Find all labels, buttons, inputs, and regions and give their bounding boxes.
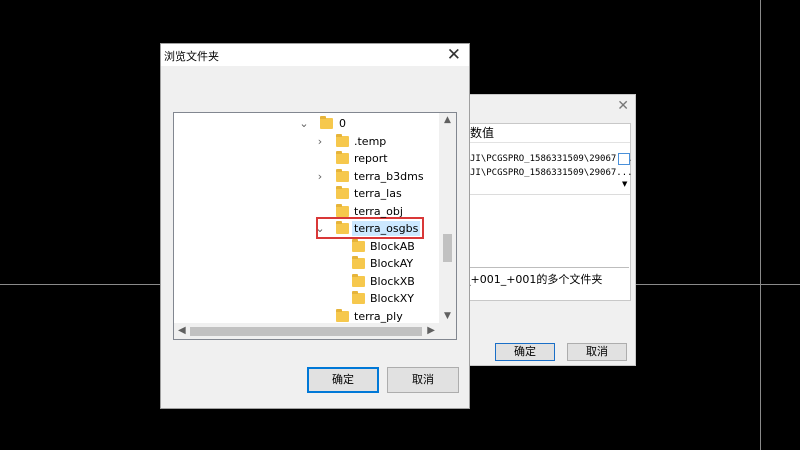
dropdown-arrow-icon[interactable]: ▼ (622, 180, 627, 188)
scroll-thumb[interactable] (443, 234, 452, 262)
tree-item-label: BlockXB (370, 274, 415, 288)
ok-button[interactable]: 确定 (495, 343, 555, 361)
background-dialog: ✕ 数值 JI\PCGSPRO_1586331509\29067... JI\P… (452, 94, 636, 366)
tree-item-label: 0 (339, 117, 346, 130)
folder-icon (336, 133, 349, 147)
tree-item[interactable]: › terra_b3dms (174, 168, 439, 185)
folder-icon (336, 203, 349, 217)
tree-item[interactable]: report (174, 150, 439, 167)
folder-icon (352, 291, 365, 304)
cancel-button[interactable]: 取消 (387, 367, 459, 393)
chevron-down-icon[interactable]: ⌄ (314, 220, 326, 237)
tree-item-label: BlockAY (370, 257, 414, 270)
tree-item[interactable]: terra_las (174, 185, 439, 202)
vertical-scrollbar[interactable]: ▲ ▼ (439, 113, 456, 323)
close-icon[interactable]: ✕ (447, 44, 461, 66)
tree-item-label: BlockAB (370, 239, 415, 253)
folder-icon (320, 116, 333, 129)
tree-item[interactable]: terra_obj (174, 203, 439, 220)
tree-item-label: terra_osgbs (354, 222, 419, 235)
folder-icon (352, 273, 365, 287)
folder-icon (336, 308, 349, 322)
cancel-button[interactable]: 取消 (567, 343, 627, 361)
tree-item-label: report (354, 152, 388, 165)
tree-item[interactable]: terra_ply (174, 308, 439, 325)
tree-item[interactable]: BlockAB (174, 238, 439, 255)
dialog-title: 浏览文件夹 (164, 50, 219, 63)
browse-folder-dialog: 浏览文件夹 ✕ terra_ply BlockXY BlockXB BlockAY Bl… (160, 43, 470, 409)
tree-item-label: terra_las (354, 187, 402, 200)
chevron-right-icon[interactable]: › (314, 168, 326, 185)
scroll-corner (439, 323, 456, 339)
tree-item-label: terra_obj (354, 204, 403, 218)
tree-item[interactable]: › .temp (174, 133, 439, 150)
browse-checkbox[interactable] (618, 153, 630, 165)
title-bar: 浏览文件夹 ✕ (161, 44, 469, 66)
scroll-right-icon[interactable]: ▶ (427, 325, 435, 336)
folder-icon (336, 186, 349, 199)
scroll-left-icon[interactable]: ◀ (178, 325, 186, 336)
column-header: 数值 (466, 124, 630, 143)
chevron-right-icon[interactable]: › (314, 133, 326, 150)
divider (466, 194, 630, 195)
scroll-down-icon[interactable]: ▼ (439, 311, 456, 321)
folder-icon (352, 256, 365, 269)
tree-item[interactable]: BlockXB (174, 273, 439, 290)
folder-icon (336, 151, 349, 164)
scroll-up-icon[interactable]: ▲ (439, 115, 456, 125)
tree-item-label: terra_ply (354, 309, 403, 323)
horizontal-scrollbar[interactable]: ◀ ▶ (174, 323, 439, 339)
tree-item[interactable]: BlockXY (174, 290, 439, 307)
divider (465, 267, 629, 268)
description-text: _+001_+001的多个文件夹 (465, 273, 603, 286)
tree-item-label: .temp (354, 134, 387, 148)
tree-item[interactable]: ⌄ terra_osgbs (174, 217, 439, 239)
scroll-thumb[interactable] (190, 327, 422, 336)
chevron-down-icon[interactable]: ⌄ (298, 115, 310, 132)
ok-button[interactable]: 确定 (307, 367, 379, 393)
folder-icon (352, 238, 365, 252)
tree-item[interactable]: ⌄ 0 (174, 115, 439, 132)
folder-icon (336, 168, 349, 182)
path-value: JI\PCGSPRO_1586331509\29067... (470, 168, 633, 178)
folder-tree[interactable]: terra_ply BlockXY BlockXB BlockAY BlockAB ⌄ te… (173, 112, 457, 340)
path-value: JI\PCGSPRO_1586331509\29067... (470, 154, 633, 164)
crosshair-vertical-line (760, 0, 761, 450)
close-icon[interactable]: ✕ (617, 97, 629, 115)
tree-item-label: terra_b3dms (354, 169, 424, 183)
tree-item[interactable]: BlockAY (174, 255, 439, 272)
folder-icon (336, 221, 349, 234)
tree-item-label: BlockXY (370, 292, 415, 305)
